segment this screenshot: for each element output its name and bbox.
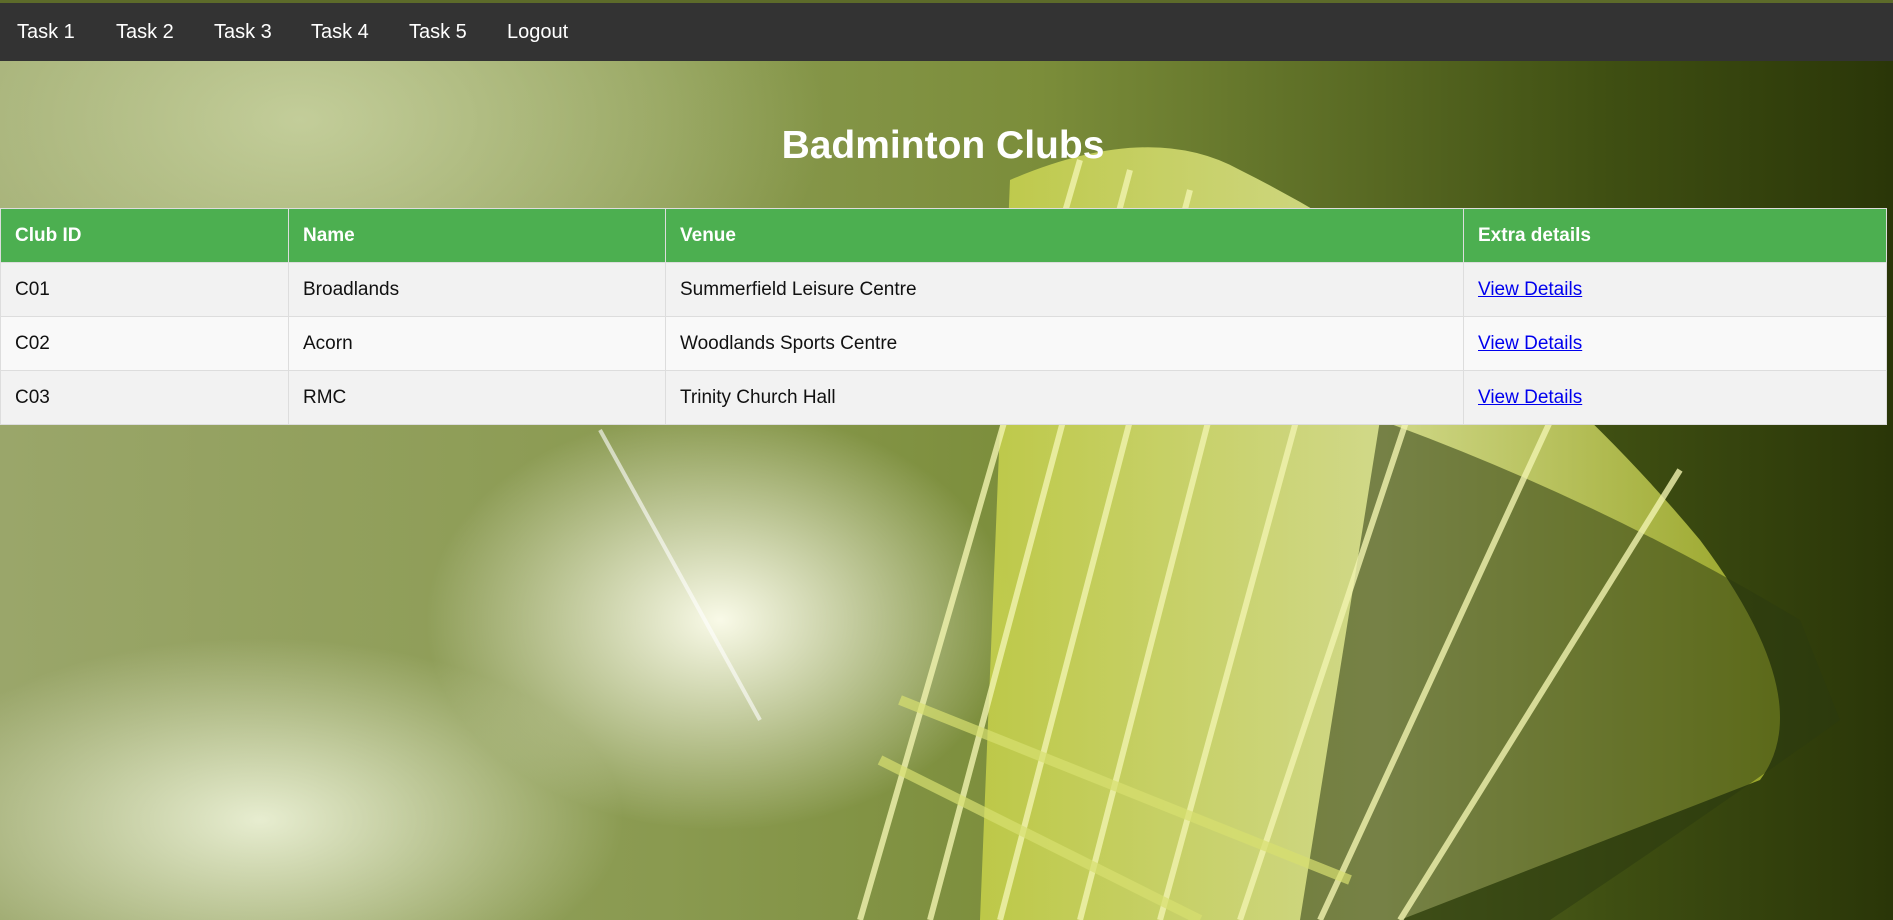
cell-name: Acorn xyxy=(288,316,666,371)
view-details-link[interactable]: View Details xyxy=(1478,387,1582,408)
nav-task-3[interactable]: Task 3 xyxy=(214,3,272,61)
view-details-link[interactable]: View Details xyxy=(1478,333,1582,354)
cell-club-id: C03 xyxy=(0,370,289,425)
cell-name: Broadlands xyxy=(288,262,666,317)
header-club-id: Club ID xyxy=(0,208,289,263)
nav-task-5[interactable]: Task 5 xyxy=(409,3,467,61)
nav-logout[interactable]: Logout xyxy=(507,3,568,61)
table-row: C02 Acorn Woodlands Sports Centre View D… xyxy=(0,316,1887,371)
cell-venue: Trinity Church Hall xyxy=(665,370,1464,425)
cell-extra-details: View Details xyxy=(1463,262,1887,317)
cell-name: RMC xyxy=(288,370,666,425)
nav-task-2[interactable]: Task 2 xyxy=(116,3,174,61)
cell-venue: Summerfield Leisure Centre xyxy=(665,262,1464,317)
clubs-table: Club ID Name Venue Extra details C01 Bro… xyxy=(0,208,1887,425)
nav-task-1[interactable]: Task 1 xyxy=(17,3,75,61)
header-venue: Venue xyxy=(665,208,1464,263)
page-title: Badminton Clubs xyxy=(781,124,1105,167)
table-header-row: Club ID Name Venue Extra details xyxy=(0,208,1887,263)
table-row: C01 Broadlands Summerfield Leisure Centr… xyxy=(0,262,1887,317)
nav-task-4[interactable]: Task 4 xyxy=(311,3,369,61)
header-name: Name xyxy=(288,208,666,263)
cell-venue: Woodlands Sports Centre xyxy=(665,316,1464,371)
header-extra-details: Extra details xyxy=(1463,208,1887,263)
view-details-link[interactable]: View Details xyxy=(1478,279,1582,300)
cell-club-id: C01 xyxy=(0,262,289,317)
table-row: C03 RMC Trinity Church Hall View Details xyxy=(0,370,1887,425)
top-navbar: Task 1 Task 2 Task 3 Task 4 Task 5 Logou… xyxy=(0,3,1893,61)
cell-club-id: C02 xyxy=(0,316,289,371)
cell-extra-details: View Details xyxy=(1463,316,1887,371)
cell-extra-details: View Details xyxy=(1463,370,1887,425)
